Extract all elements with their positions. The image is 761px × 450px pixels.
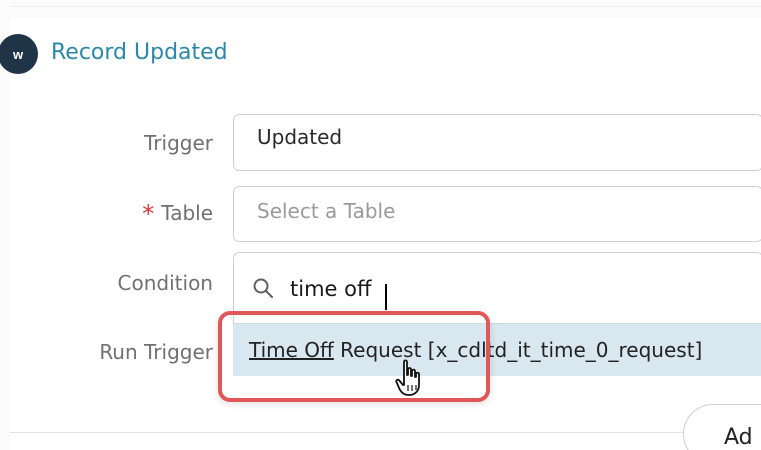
- option-rest-text: Request [x_cdltd_it_time_0_request]: [333, 338, 703, 362]
- hand-cursor-icon: [395, 359, 420, 396]
- table-placeholder: Select a Table: [257, 199, 396, 223]
- trigger-label: Trigger: [144, 131, 213, 155]
- search-icon: [253, 278, 273, 298]
- trigger-value: Updated: [257, 125, 343, 149]
- table-label: * Table: [142, 200, 213, 228]
- table-search-box[interactable]: [233, 252, 761, 330]
- dropdown-option-time-off-request[interactable]: Time Off Request [x_cdltd_it_time_0_requ…: [233, 323, 761, 376]
- trigger-field[interactable]: Updated: [233, 114, 761, 171]
- text-caret: [385, 284, 387, 310]
- option-match-text: Time Off: [249, 338, 334, 362]
- add-button[interactable]: Ad: [683, 404, 761, 450]
- record-icon: w: [0, 34, 38, 74]
- required-star: *: [142, 200, 155, 228]
- table-label-text: Table: [161, 201, 213, 225]
- table-field[interactable]: Select a Table: [233, 186, 761, 242]
- add-button-label: Ad: [724, 425, 753, 450]
- record-title[interactable]: Record Updated: [51, 40, 228, 65]
- flow-designer-screen: w Record Updated Trigger Updated * Table …: [0, 0, 761, 450]
- top-divider: [10, 6, 761, 7]
- option-text: Time Off Request [x_cdltd_it_time_0_requ…: [249, 338, 702, 362]
- record-header[interactable]: w Record Updated: [0, 18, 761, 88]
- run-trigger-label: Run Trigger: [99, 340, 213, 364]
- condition-label: Condition: [117, 271, 213, 295]
- record-icon-text: w: [12, 46, 24, 62]
- search-input[interactable]: [288, 276, 732, 302]
- bottom-divider: [10, 432, 761, 433]
